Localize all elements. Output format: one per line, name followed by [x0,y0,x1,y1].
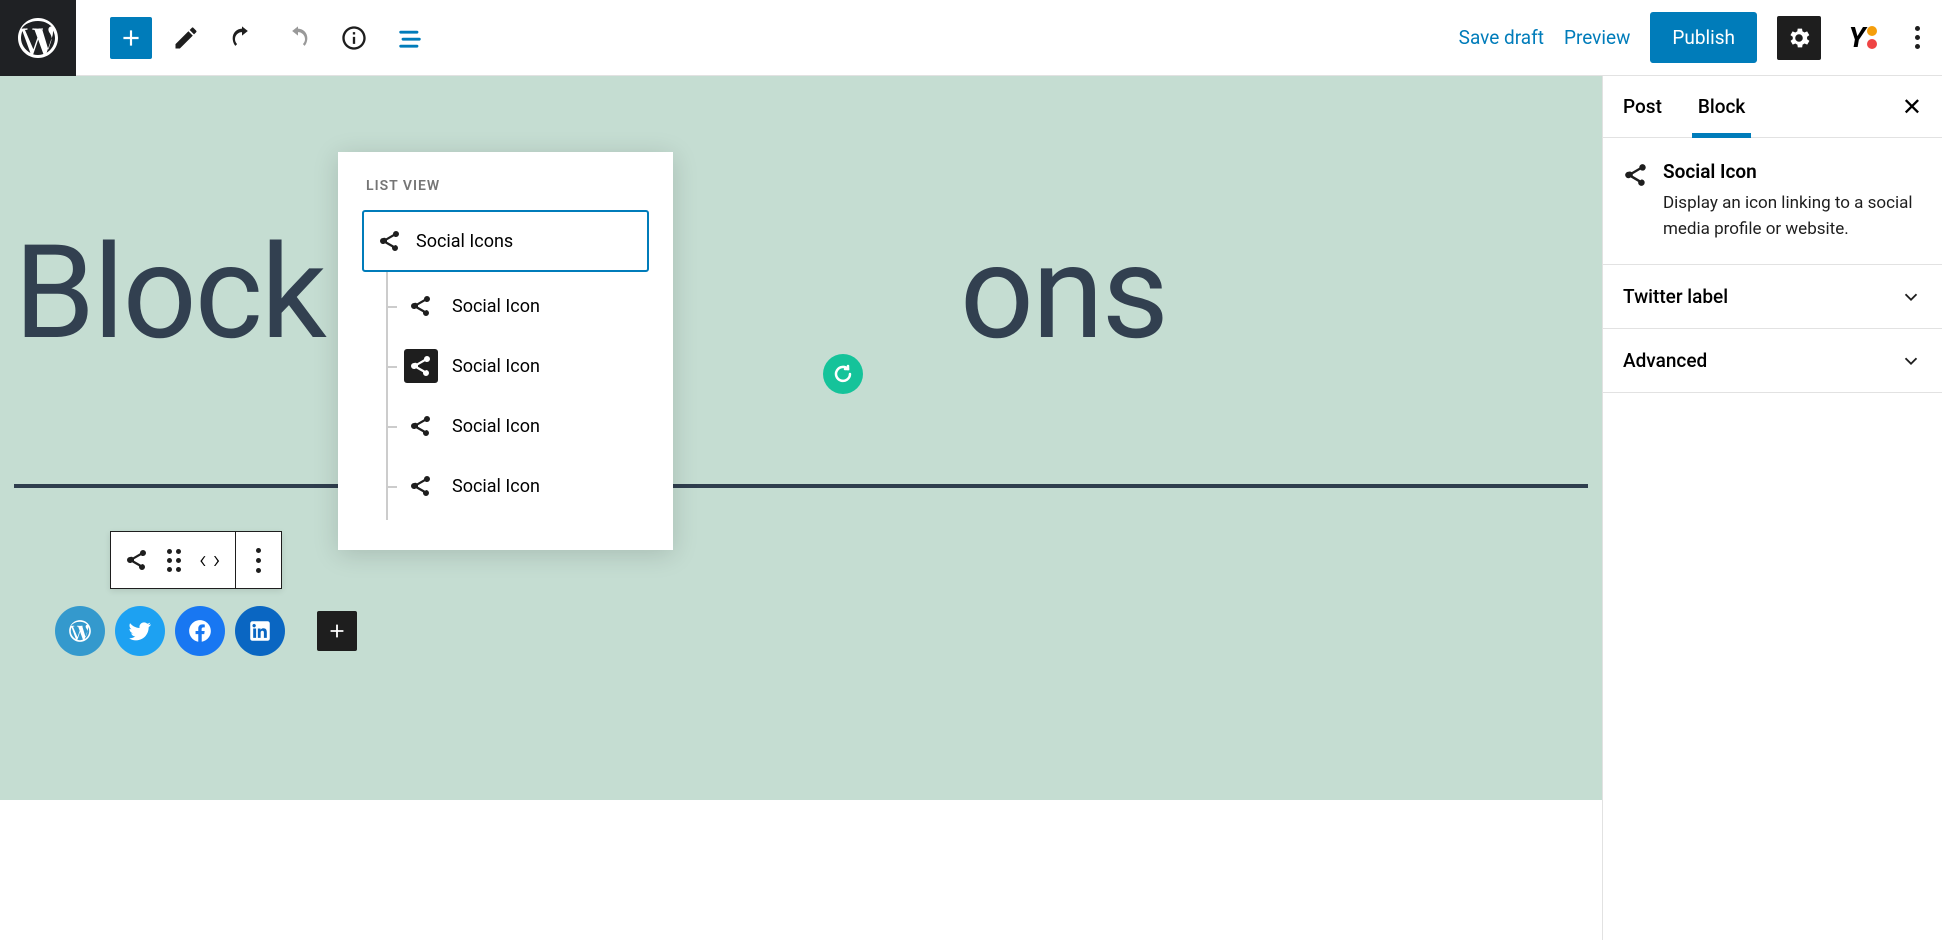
wp-logo-button[interactable] [0,0,76,76]
separator [14,484,1588,488]
plus-icon [118,25,144,51]
social-icons-block[interactable] [55,606,357,656]
yoast-button[interactable]: Y [1841,16,1885,60]
save-draft-button[interactable]: Save draft [1459,26,1544,49]
block-heading: Social Icon [1663,160,1922,183]
top-toolbar: Save draft Preview Publish Y [0,0,1942,76]
social-facebook[interactable] [175,606,225,656]
social-twitter[interactable] [115,606,165,656]
listview-item-label: Social Icon [452,356,540,377]
panel-title: Twitter label [1623,285,1728,308]
listview-item-social-icon[interactable]: Social Icon [388,456,673,516]
social-linkedin[interactable] [235,606,285,656]
redo-icon [284,24,312,52]
share-icon[interactable] [125,548,149,572]
listview-item-social-icons[interactable]: Social Icons [362,210,649,272]
publish-button[interactable]: Publish [1650,12,1757,63]
share-icon [409,294,433,318]
panel-advanced[interactable]: Advanced [1603,329,1942,393]
info-button[interactable] [332,24,376,52]
add-social-button[interactable] [317,611,357,651]
gear-icon [1786,25,1812,51]
twitter-icon [127,618,153,644]
grammarly-icon [831,362,855,386]
drag-handle[interactable] [167,549,181,572]
share-icon [378,229,402,253]
listview-icon [396,24,424,52]
add-block-button[interactable] [110,17,152,59]
move-arrows[interactable]: ‹› [199,545,221,575]
linkedin-icon [247,618,273,644]
plus-icon [326,620,348,642]
more-options-button[interactable] [1905,26,1930,49]
listview-item-label: Social Icon [452,476,540,497]
block-toolbar: ‹› [110,531,282,589]
wordpress-icon [67,618,93,644]
chevron-down-icon [1900,350,1922,372]
info-icon [340,24,368,52]
listview-button[interactable] [388,24,432,52]
tab-block[interactable]: Block [1698,76,1745,137]
share-icon [409,414,433,438]
share-icon [409,354,433,378]
canvas-bottom-bg [0,800,1602,940]
tab-post[interactable]: Post [1623,76,1662,137]
block-more-button[interactable] [250,548,267,573]
panel-title: Advanced [1623,349,1707,372]
grammarly-badge[interactable] [823,354,863,394]
pencil-icon [172,24,200,52]
chevron-down-icon [1900,286,1922,308]
listview-item-social-icon[interactable]: Social Icon [388,336,673,396]
tools-button[interactable] [164,24,208,52]
share-icon [1623,162,1649,188]
undo-button[interactable] [220,24,264,52]
block-description: Display an icon linking to a social medi… [1663,191,1922,242]
wordpress-icon [14,14,62,62]
yoast-icon: Y [1849,21,1866,54]
settings-button[interactable] [1777,16,1821,60]
facebook-icon [187,618,213,644]
close-sidebar-button[interactable]: ✕ [1902,93,1922,121]
listview-item-label: Social Icon [452,296,540,317]
listview-item-social-icon[interactable]: Social Icon [388,276,673,336]
panel-twitter-label[interactable]: Twitter label [1603,265,1942,329]
share-icon [409,474,433,498]
preview-button[interactable]: Preview [1564,26,1630,49]
undo-icon [228,24,256,52]
listview-item-label: Social Icon [452,416,540,437]
social-wordpress[interactable] [55,606,105,656]
redo-button[interactable] [276,24,320,52]
settings-sidebar: Post Block ✕ Social Icon Display an icon… [1602,76,1942,940]
listview-item-label: Social Icons [416,231,513,252]
editor-canvas[interactable]: Block ons ‹› [0,76,1602,940]
listview-item-social-icon[interactable]: Social Icon [388,396,673,456]
listview-panel: LIST VIEW Social Icons Social Icon Social… [338,152,673,550]
listview-title: LIST VIEW [338,152,673,210]
